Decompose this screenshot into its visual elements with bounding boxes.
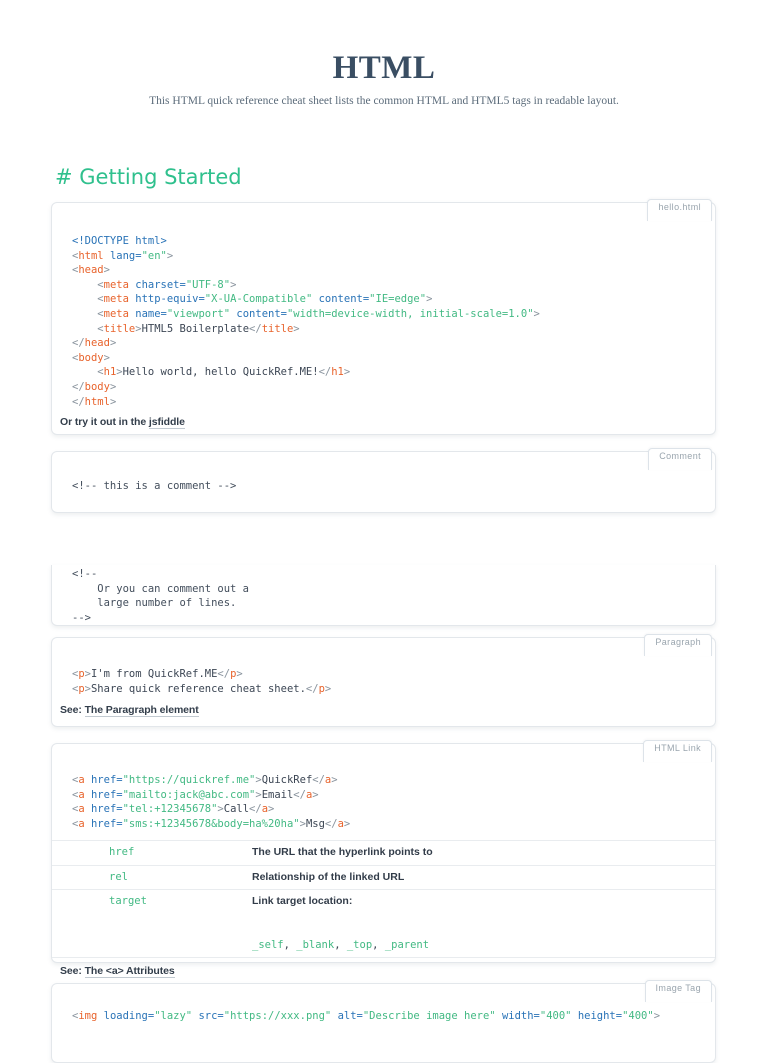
page-subtitle: This HTML quick reference cheat sheet li… (0, 95, 768, 107)
card-tab-html-link: HTML Link (643, 740, 712, 762)
card-footer-paragraph: See: The Paragraph element (52, 704, 715, 717)
code-block-comment: <!-- this is a comment --> (52, 452, 715, 494)
section-heading-getting-started: # Getting Started (55, 165, 242, 189)
card-tab-image-tag: Image Tag (645, 980, 712, 1002)
attr-row-target: target Link target location: _self, _bla… (52, 889, 715, 957)
jsfiddle-link[interactable]: jsfiddle (149, 416, 185, 429)
footer-text-paragraph: See: (60, 704, 85, 716)
code-block-html-link: <a href="https://quickref.me">QuickRef</… (52, 744, 715, 831)
code-block-paragraph: <p>I'm from QuickRef.ME</p><p>Share quic… (52, 638, 715, 696)
card-tab-comment: Comment (648, 448, 712, 470)
attr-name-rel: rel (52, 871, 252, 885)
attr-name-href: href (52, 846, 252, 860)
attr-name-target: target (52, 895, 252, 952)
code-block-hello-html: <!DOCTYPE html><html lang="en"><head> <m… (52, 203, 715, 409)
code-block-image-tag: <img loading="lazy" src="https://xxx.png… (52, 984, 715, 1024)
card-footer-html-link: See: The <a> Attributes (52, 965, 715, 978)
footer-text-hello: Or try it out in the (60, 416, 149, 428)
attr-row-rel: rel Relationship of the linked URL (52, 865, 715, 890)
attr-desc-target-text: Link target location: (252, 895, 715, 909)
link-attributes-table: href The URL that the hyperlink points t… (52, 840, 715, 958)
card-tab-hello-html: hello.html (647, 199, 712, 221)
paragraph-element-see-link[interactable]: The Paragraph element (85, 704, 199, 717)
page-title: HTML (0, 50, 768, 87)
footer-text-html-link: See: (60, 965, 85, 977)
card-image-tag: Image Tag <img loading="lazy" src="https… (51, 983, 716, 1063)
card-footer-hello: Or try it out in the jsfiddle (52, 416, 715, 429)
attr-desc-href: The URL that the hyperlink points to (252, 846, 715, 860)
attr-desc-target: Link target location: _self, _blank, _to… (252, 895, 715, 952)
card-comment-continued: <!-- Or you can comment out a large numb… (51, 565, 716, 626)
card-hello-html: hello.html <!DOCTYPE html><html lang="en… (51, 202, 716, 435)
card-tab-paragraph: Paragraph (644, 634, 712, 656)
attr-desc-rel: Relationship of the linked URL (252, 871, 715, 885)
card-html-link: HTML Link <a href="https://quickref.me">… (51, 743, 716, 963)
target-options-code: _self, _blank, _top, _parent (252, 909, 715, 953)
attr-row-href: href The URL that the hyperlink points t… (52, 840, 715, 865)
a-attributes-see-link[interactable]: The <a> Attributes (85, 965, 175, 978)
code-block-comment-multiline: <!-- Or you can comment out a large numb… (52, 565, 715, 625)
card-paragraph: Paragraph <p>I'm from QuickRef.ME</p><p>… (51, 637, 716, 727)
card-comment: Comment <!-- this is a comment --> (51, 451, 716, 513)
